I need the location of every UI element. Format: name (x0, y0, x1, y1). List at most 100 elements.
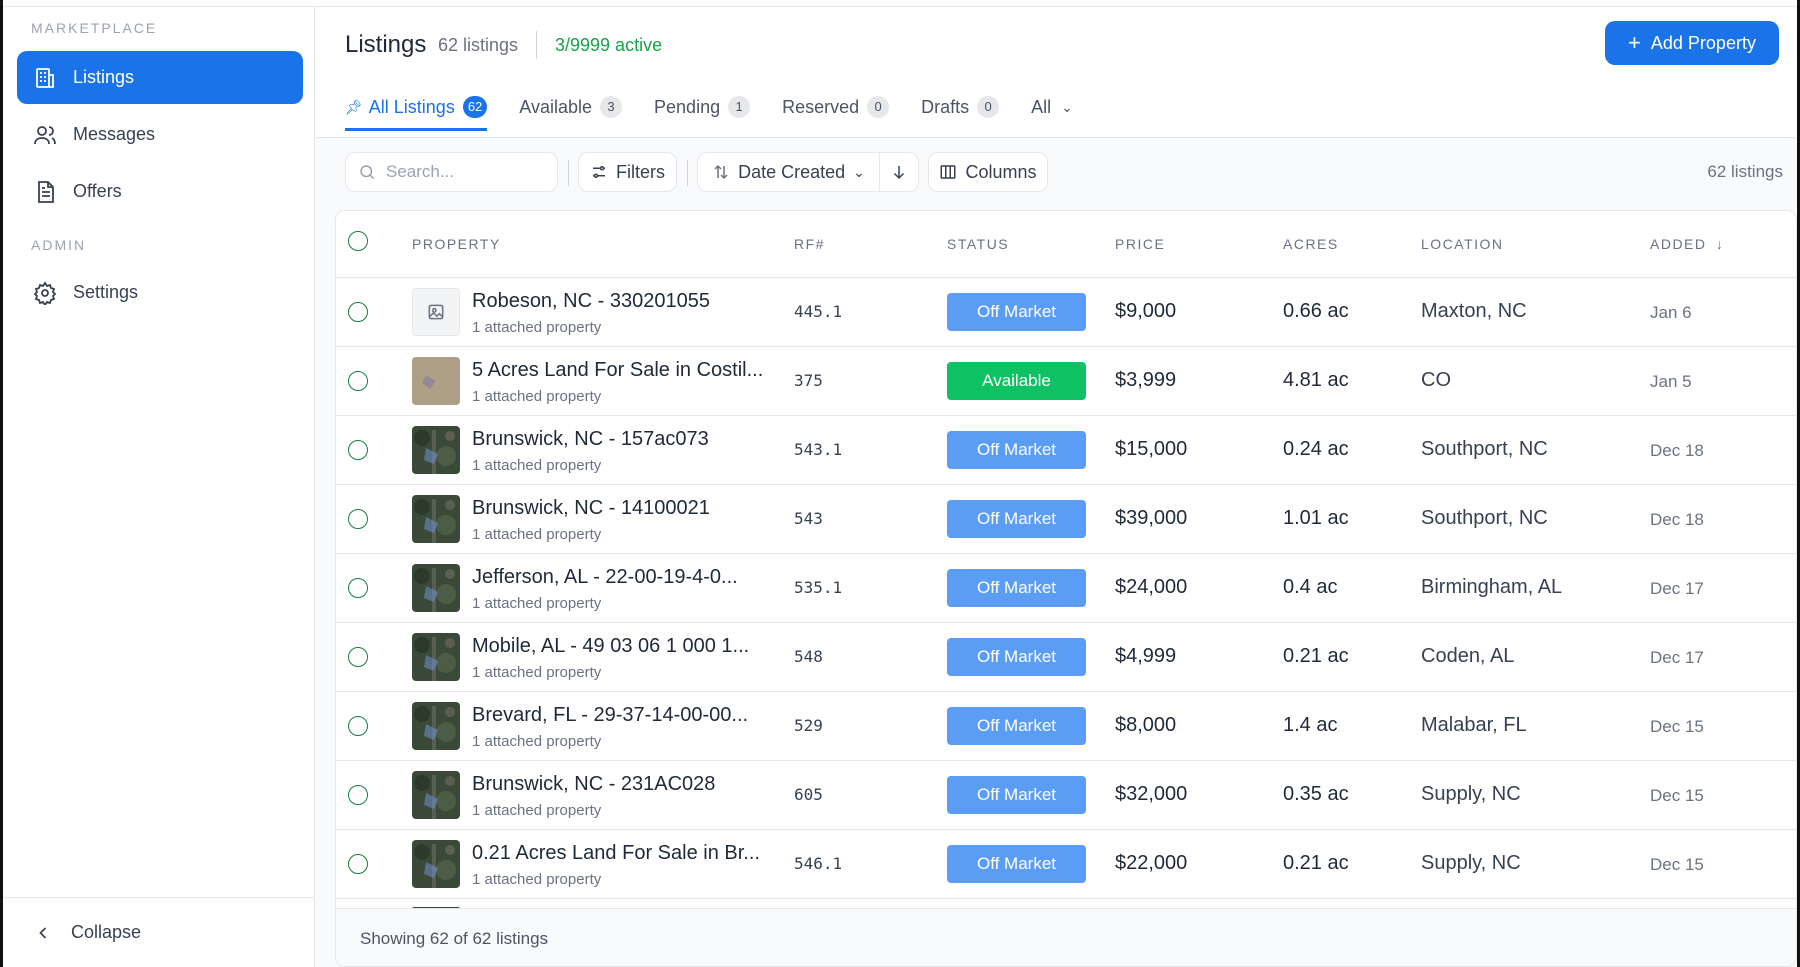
column-header-added-label: ADDED (1650, 236, 1707, 252)
tab-available[interactable]: Available 3 (519, 83, 623, 131)
property-name[interactable]: Brunswick, NC - 14100021 (472, 497, 710, 520)
property-name[interactable]: Brunswick, NC - 157ac073 (472, 428, 709, 451)
row-select-checkbox[interactable] (348, 371, 368, 391)
chevron-down-icon: ⌄ (853, 163, 865, 180)
search-placeholder: Search... (386, 162, 455, 181)
rf-number: 535.1 (794, 578, 843, 597)
table-row[interactable]: 5 Acres Land For Sale in Costil... 1 atta… (336, 347, 1796, 416)
tab-all-listings[interactable]: 📌︎ All Listings 62 (345, 83, 488, 131)
property-thumbnail (412, 288, 460, 336)
table-row[interactable]: 0.21 Acres Land For Sale in Br... 1 attac… (336, 830, 1796, 899)
location: Birmingham, AL (1421, 576, 1563, 598)
property-name[interactable]: 5 Acres Land For Sale in Costil... (472, 359, 763, 382)
building-icon (36, 67, 54, 88)
tab-drafts[interactable]: Drafts 0 (921, 83, 1000, 131)
property-name[interactable]: Jefferson, AL - 22-00-19-4-0... (472, 566, 738, 589)
add-property-label: Add Property (1650, 32, 1756, 53)
rf-number: 548 (794, 647, 823, 666)
sidebar-item-settings[interactable]: Settings (17, 266, 303, 319)
table-row[interactable]: Mobile, AL - 49 03 06 1 000 1... 1 attach… (336, 623, 1796, 692)
table-row[interactable]: Brunswick, NC - 157ac073 1 attached prope… (336, 416, 1796, 485)
acres: 4.81 ac (1283, 369, 1349, 391)
acres: 0.21 ac (1283, 645, 1349, 667)
tab-badge: 3 (600, 96, 623, 118)
tab-all-dropdown[interactable]: All ⌄ (1031, 83, 1073, 131)
property-name[interactable]: Brevard, FL - 29-37-14-00-00... (472, 704, 748, 727)
column-header-acres[interactable]: ACRES (1283, 236, 1339, 252)
sort-icon (714, 164, 728, 180)
sort-field-select[interactable]: Date Created ⌄ (697, 152, 880, 192)
column-header-status[interactable]: STATUS (947, 236, 1009, 252)
property-thumbnail (412, 426, 460, 474)
sidebar-item-label: Settings (73, 282, 139, 302)
divider (568, 160, 569, 186)
status-badge: Off Market (947, 638, 1086, 676)
status-badge: Off Market (947, 293, 1086, 331)
row-select-checkbox[interactable] (348, 647, 368, 667)
sidebar-section-marketplace: MARKETPLACE (31, 20, 158, 36)
column-header-rf[interactable]: RF# (794, 236, 825, 252)
property-name[interactable]: Robeson, NC - 330201055 (472, 290, 710, 313)
filters-button[interactable]: Filters (578, 152, 677, 192)
gear-icon (33, 280, 57, 305)
sidebar-item-messages[interactable]: Messages (17, 108, 303, 161)
acres: 1.01 ac (1283, 507, 1349, 529)
property-thumbnail (412, 495, 460, 543)
document-icon (38, 180, 54, 203)
row-select-checkbox[interactable] (348, 302, 368, 322)
sidebar-item-listings[interactable]: Listings (17, 51, 303, 104)
rf-number: 529 (794, 716, 823, 735)
property-thumbnail (412, 564, 460, 612)
divider (687, 160, 688, 186)
date-added: Dec 18 (1650, 441, 1704, 460)
row-select-checkbox[interactable] (348, 440, 368, 460)
property-name[interactable]: Mobile, AL - 49 03 06 1 000 1... (472, 635, 749, 658)
sidebar-item-label: Listings (73, 67, 135, 87)
location: Southport, NC (1421, 438, 1548, 460)
table-row[interactable]: Brunswick, NC - 231AC028 1 attached prope… (336, 761, 1796, 830)
row-select-checkbox[interactable] (348, 854, 368, 874)
column-header-location[interactable]: LOCATION (1421, 236, 1504, 252)
add-property-button[interactable]: + Add Property (1605, 21, 1779, 65)
table-row[interactable]: Brevard, FL - 29-37-14-00-00... 1 attache… (336, 692, 1796, 761)
row-select-checkbox[interactable] (348, 578, 368, 598)
tab-label: All Listings (368, 96, 455, 117)
select-all-checkbox[interactable] (348, 231, 368, 251)
price: $24,000 (1115, 576, 1188, 598)
search-input[interactable]: Search... (345, 152, 558, 192)
chevron-left-icon (39, 926, 47, 939)
collapse-button[interactable]: Collapse (3, 897, 315, 967)
date-added: Dec 15 (1650, 855, 1704, 874)
property-thumbnail (412, 702, 460, 750)
app-window: MARKETPLACE Listings Messages Offers ADM… (0, 0, 1800, 967)
tab-label: Available (519, 96, 593, 117)
location: Supply, NC (1421, 783, 1521, 805)
sidebar: MARKETPLACE Listings Messages Offers ADM… (3, 7, 315, 967)
sort-direction-button[interactable] (879, 152, 919, 192)
rf-number: 543 (794, 509, 823, 528)
row-select-checkbox[interactable] (348, 716, 368, 736)
sidebar-item-offers[interactable]: Offers (17, 165, 303, 218)
property-subtitle: 1 attached property (472, 871, 602, 888)
property-subtitle: 1 attached property (472, 595, 602, 612)
row-select-checkbox[interactable] (348, 785, 368, 805)
price: $3,999 (1115, 369, 1177, 391)
tab-pending[interactable]: Pending 1 (654, 83, 751, 131)
property-name[interactable]: Brunswick, NC - 231AC028 (472, 773, 715, 796)
columns-label: Columns (965, 161, 1037, 182)
tab-reserved[interactable]: Reserved 0 (782, 83, 890, 131)
table-row[interactable]: Brunswick, NC - 14100021 1 attached prope… (336, 485, 1796, 554)
property-name[interactable]: 0.21 Acres Land For Sale in Br... (472, 842, 760, 865)
row-select-checkbox[interactable] (348, 509, 368, 529)
table-row[interactable]: Robeson, NC - 330201055 1 attached proper… (336, 278, 1796, 347)
price: $15,000 (1115, 438, 1188, 460)
toolbar: Search... Filters Date Created ⌄ Columns… (316, 138, 1797, 210)
table-row[interactable]: Jefferson, AL - 22-00-19-4-0... 1 attache… (336, 554, 1796, 623)
columns-button[interactable]: Columns (928, 152, 1048, 192)
page-header: Listings 62 listings 3/9999 active + Add… (316, 7, 1797, 138)
column-header-added[interactable]: ADDED ↓ (1650, 236, 1723, 252)
tab-label: Reserved (782, 96, 860, 117)
column-header-price[interactable]: PRICE (1115, 236, 1165, 252)
tab-badge: 62 (462, 96, 488, 118)
column-header-property[interactable]: PROPERTY (412, 236, 501, 252)
